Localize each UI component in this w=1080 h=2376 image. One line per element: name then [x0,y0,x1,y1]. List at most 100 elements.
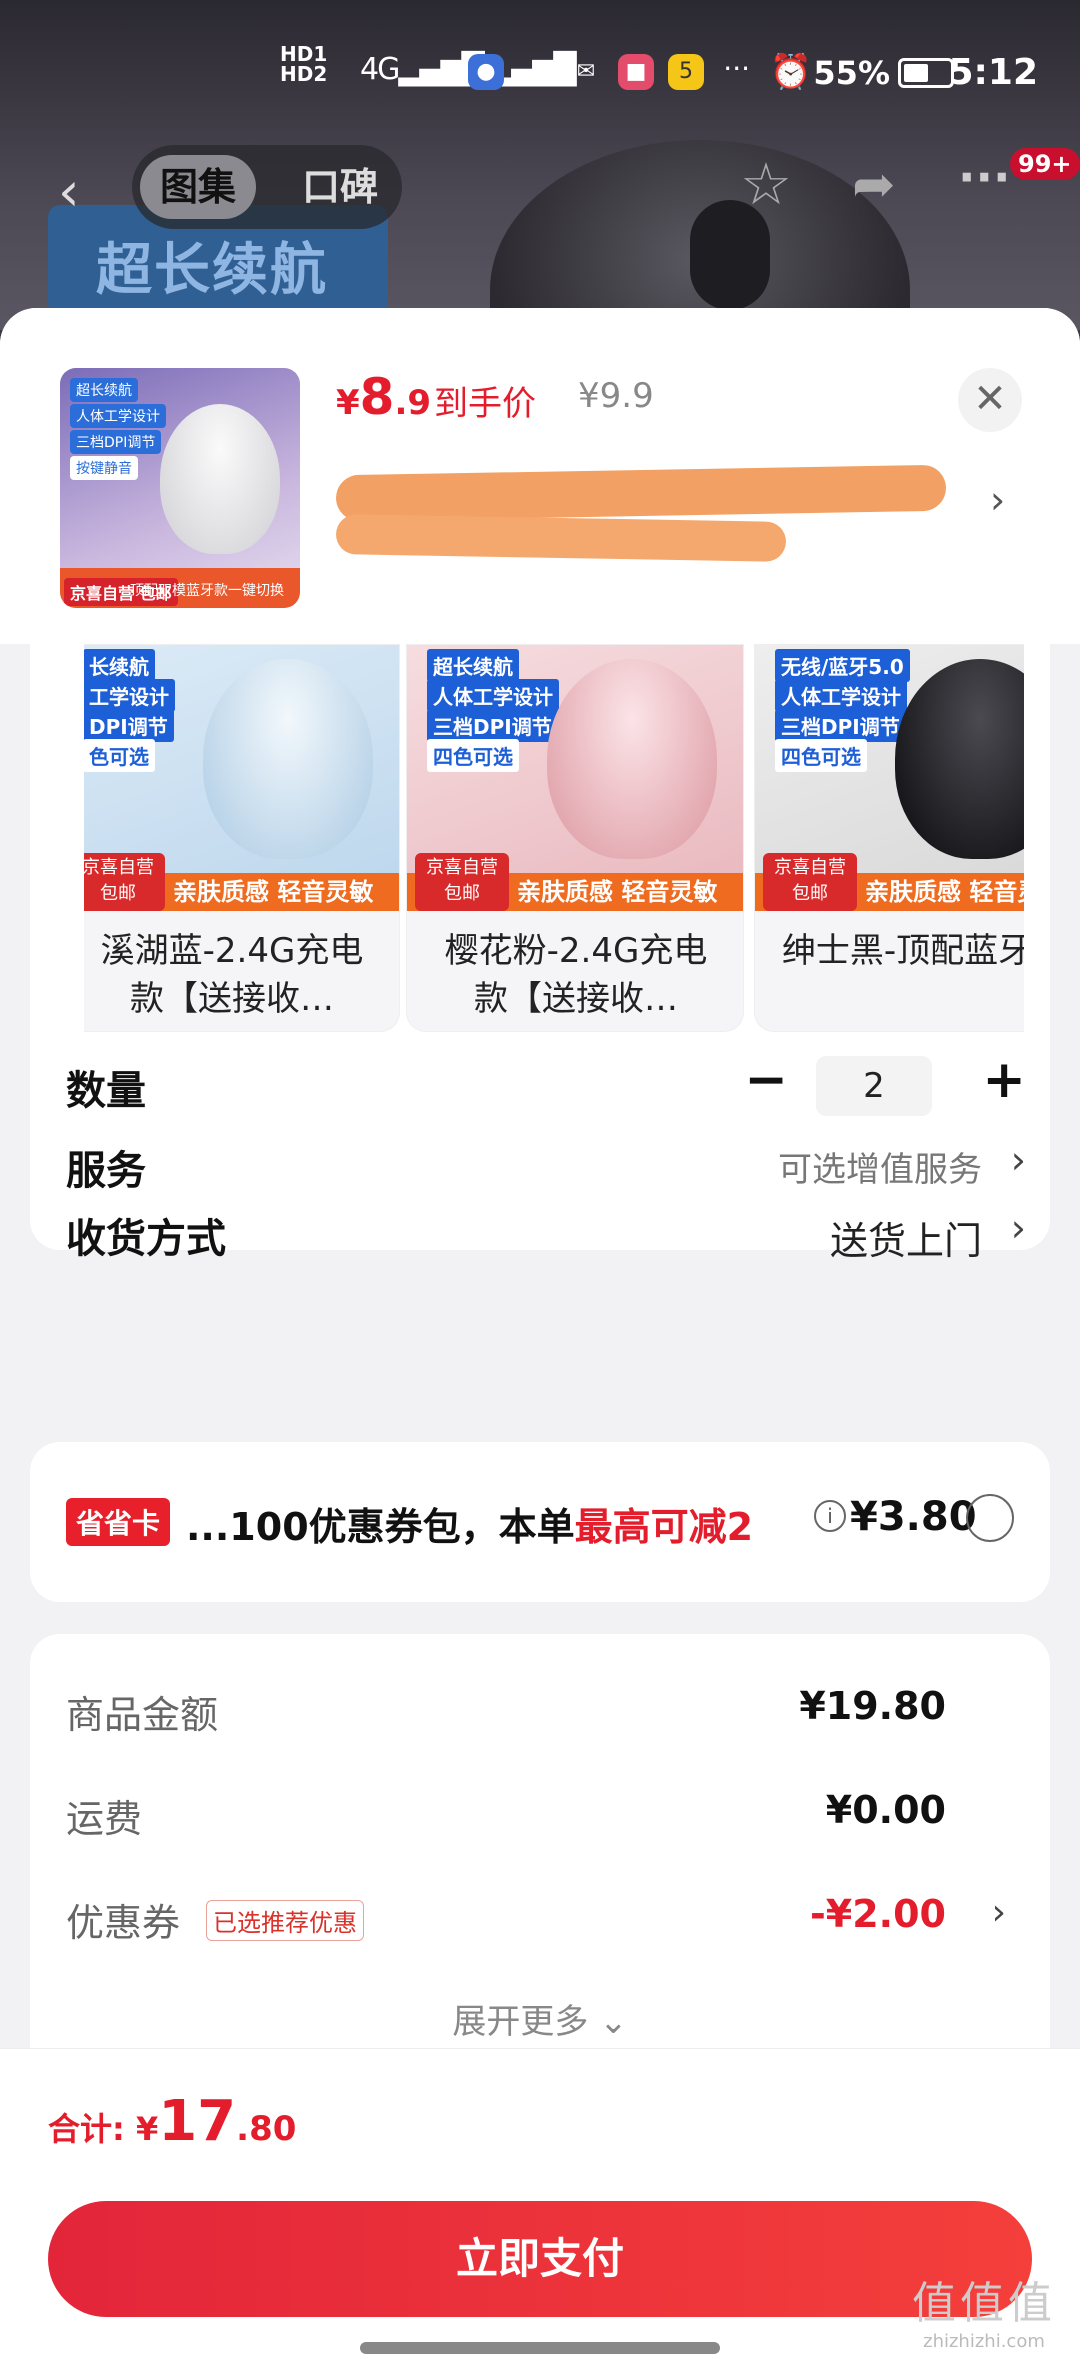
variant-tag: 三档DPI调节 [775,709,906,742]
thumb-tag: 按键静音 [70,456,138,480]
original-price: ¥9.9 [578,376,654,416]
options-card: 长续航 工学设计 DPI调节 色可选 亲肤质感 轻音灵敏 京喜自营 包邮 溪湖蓝… [30,644,1050,1263]
tab-gallery[interactable]: 图集 [140,155,257,219]
saving-card[interactable]: 省省卡 ...100优惠券包，本单最高可减2 i ¥3.80 [30,1442,1050,1602]
message-count-badge: 99+ [1010,148,1080,180]
saving-card-radio[interactable] [966,1494,1014,1542]
coupon-tag: 已选推荐优惠 [206,1900,364,1941]
pay-now-button[interactable]: 立即支付 [48,2201,1032,2317]
watermark-text: 值值值 [912,2278,1056,2329]
goods-amount-label: 商品金额 [66,1693,219,1737]
qq-icon: ♟ [526,59,546,84]
variant-badge: 京喜自营 包邮 [763,853,857,911]
product-header: 超长续航 人体工学设计 三档DPI调节 按键静音 京喜自营 包邮 顶配双模蓝牙款… [0,308,1080,644]
purchase-sheet: 超长续航 人体工学设计 三档DPI调节 按键静音 京喜自营 包邮 顶配双模蓝牙款… [0,308,1080,2376]
service-row[interactable]: 服务 可选增值服务 › [66,1130,1026,1200]
variant-option[interactable]: 无线/蓝牙5.0 人体工学设计 三档DPI调节 四色可选 亲肤质感 轻音灵敏 京… [754,644,1024,1032]
variant-tag: 工学设计 [84,679,175,712]
coupon-label: 优惠券 [66,1901,181,1945]
price-summary-card: 商品金额 ¥19.80 运费 ¥0.00 优惠券 已选推荐优惠 -¥2.00 ›… [30,1634,1050,2074]
delivery-row[interactable]: 收货方式 送货上门 › [66,1198,1026,1268]
chevron-down-icon: ⌄ [599,2002,628,2042]
variant-tag: 长续航 [84,649,155,682]
variant-mouse [547,659,717,859]
variant-image: 长续航 工学设计 DPI调节 色可选 亲肤质感 轻音灵敏 京喜自营 包邮 [84,645,399,911]
status-bar: HD1 HD2 4G▂▄▆█ ▂▄▆█ ● ♟ ✉ ■ 5 ··· ⏰ 55% 5… [0,0,1080,150]
variant-badge: 京喜自营 包邮 [84,853,165,911]
gallery-tabs: 图集 口碑 [132,145,402,229]
variant-tag: DPI调节 [84,709,174,742]
service-label: 服务 [66,1148,146,1194]
chevron-right-icon: › [1010,1138,1026,1182]
variant-tag: 人体工学设计 [427,679,559,712]
browser-icon: ● [468,54,504,90]
chevron-right-icon[interactable]: › [990,478,1005,522]
thumb-tag: 超长续航 [70,378,138,402]
quantity-row: 数量 − 2 + [66,1050,1026,1120]
variant-label: 绅士黑-顶配蓝牙款 [781,931,1024,971]
quantity-input[interactable]: 2 [816,1056,932,1116]
variant-tag: 三档DPI调节 [427,709,558,742]
thumb-tag: 三档DPI调节 [70,430,162,454]
thumb-mouse-image [160,404,280,554]
variant-mouse [895,659,1024,859]
goods-amount-row: 商品金额 ¥19.80 [66,1680,1006,1740]
back-icon[interactable]: ‹ [58,160,80,223]
variant-mouse [203,659,373,859]
thumb-footer-text: 顶配双模蓝牙款一键切换 [130,583,284,599]
wechat-icon: ✉ [576,59,596,84]
more-notifications-icon: ··· [723,52,750,85]
58-app-icon: 5 [668,54,704,90]
variant-tag: 无线/蓝牙5.0 [775,649,910,682]
variant-tag: 四色可选 [775,739,867,772]
hd-signal-icon: HD1 HD2 [280,42,328,86]
close-button[interactable]: ✕ [958,368,1022,432]
variant-option[interactable]: 长续航 工学设计 DPI调节 色可选 亲肤质感 轻音灵敏 京喜自营 包邮 溪湖蓝… [84,644,400,1032]
battery-percent: 55% [813,54,890,92]
current-price: ¥8.9 [336,368,432,426]
shipping-label: 运费 [66,1797,143,1841]
share-icon[interactable]: ➦ [852,155,896,215]
clock: 5:12 [948,52,1038,93]
tab-reviews[interactable]: 口碑 [282,155,398,219]
service-value: 可选增值服务 [778,1150,982,1190]
chevron-right-icon: › [991,1892,1006,1933]
shopping-app-icon: ■ [618,54,654,90]
saving-card-price: ¥3.80 [850,1494,977,1540]
product-thumbnail: 超长续航 人体工学设计 三档DPI调节 按键静音 京喜自营 包邮 顶配双模蓝牙款… [60,368,300,608]
variant-image: 超长续航 人体工学设计 三档DPI调节 四色可选 亲肤质感 轻音灵敏 京喜自营 … [407,645,743,911]
delivery-label: 收货方式 [66,1216,226,1262]
delivery-value: 送货上门 [829,1219,982,1263]
saving-card-badge: 省省卡 [66,1498,171,1546]
shipping-value: ¥0.00 [825,1788,946,1832]
variant-image: 无线/蓝牙5.0 人体工学设计 三档DPI调节 四色可选 亲肤质感 轻音灵敏 京… [755,645,1024,911]
battery-icon [898,58,954,88]
variant-label: 溪湖蓝-2.4G充电款【送接收… [100,931,364,1019]
variant-carousel[interactable]: 长续航 工学设计 DPI调节 色可选 亲肤质感 轻音灵敏 京喜自营 包邮 溪湖蓝… [84,644,1024,1034]
variant-tag: 色可选 [84,739,155,772]
variant-tag: 人体工学设计 [775,679,907,712]
thumb-tag: 人体工学设计 [70,404,166,428]
quantity-label: 数量 [66,1068,146,1114]
coupon-value: -¥2.00 [810,1892,946,1936]
favorite-star-icon[interactable]: ☆ [740,150,792,218]
goods-amount-value: ¥19.80 [799,1684,946,1728]
coupon-row[interactable]: 优惠券 已选推荐优惠 -¥2.00 › [66,1888,1006,1948]
shipping-row: 运费 ¥0.00 [66,1784,1006,1844]
watermark-logo: 值值值 zhizhizhi.com [912,2267,1056,2352]
quantity-plus-button[interactable]: + [982,1050,1026,1110]
variant-option[interactable]: 超长续航 人体工学设计 三档DPI调节 四色可选 亲肤质感 轻音灵敏 京喜自营 … [406,644,744,1032]
alarm-icon: ⏰ [769,52,812,92]
variant-tag: 超长续航 [427,649,519,682]
variant-label: 樱花粉-2.4G充电款【送接收… [444,931,708,1019]
more-menu-icon[interactable]: ··· [958,150,1010,204]
saving-card-text: ...100优惠券包，本单最高可减2 [186,1505,754,1549]
expand-more-button[interactable]: 展开更多 ⌄ [30,1994,1050,2043]
total-price: 合计: ¥17.80 [48,2089,297,2154]
home-indicator[interactable] [360,2342,720,2354]
quantity-minus-button[interactable]: − [744,1050,788,1110]
variant-tag: 四色可选 [427,739,519,772]
info-icon[interactable]: i [814,1500,846,1532]
redacted-product-title [335,464,947,562]
chevron-right-icon: › [1010,1206,1026,1250]
